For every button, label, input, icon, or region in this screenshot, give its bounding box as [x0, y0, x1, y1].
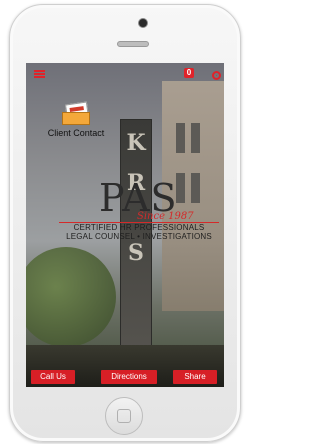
background-window: [191, 123, 200, 153]
logo-tagline-2: LEGAL COUNSEL • INVESTIGATIONS: [66, 232, 212, 241]
logo-tagline-1: CERTIFIED HR PROFESSIONALS: [73, 223, 205, 232]
menu-icon[interactable]: [34, 70, 45, 78]
notification-badge[interactable]: 0: [184, 68, 194, 78]
client-contact-label: Client Contact: [47, 128, 105, 138]
client-contact-button[interactable]: Client Contact: [34, 101, 118, 138]
logo-since: Since 1987: [137, 211, 194, 222]
envelope-body: [62, 112, 90, 125]
background-window: [176, 123, 185, 153]
pas-logo: PAS Since 1987 CERTIFIED HR PROFESSIONAL…: [59, 178, 219, 273]
camera-icon: [138, 18, 148, 28]
call-us-button[interactable]: Call Us: [31, 370, 75, 384]
share-button[interactable]: Share: [173, 370, 217, 384]
sign-letter: K: [126, 130, 146, 156]
envelope-icon: [62, 101, 90, 125]
settings-icon[interactable]: [212, 71, 221, 80]
top-bar: 0: [26, 63, 224, 85]
speaker-grille: [117, 41, 149, 47]
action-bar: Call Us Directions Share: [26, 370, 224, 387]
directions-button[interactable]: Directions: [101, 370, 157, 384]
home-button-icon[interactable]: [105, 397, 143, 435]
app-screen: K R S 0 Client Contact PAS Since 1987 CE…: [26, 63, 224, 387]
